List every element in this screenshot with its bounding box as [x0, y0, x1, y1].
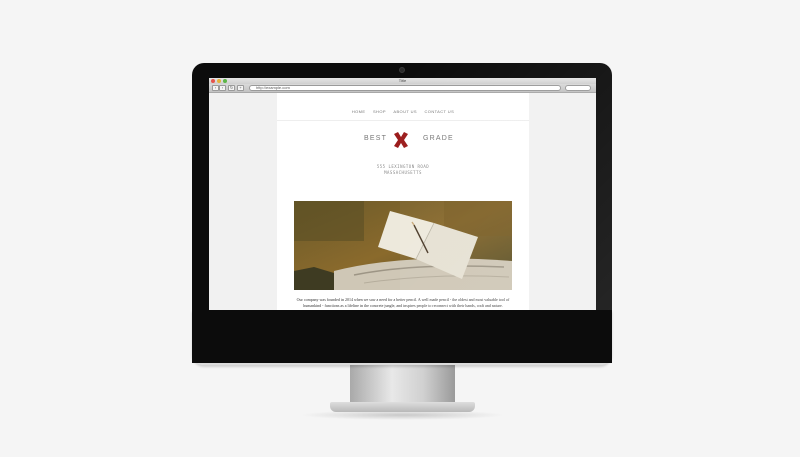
monitor-stand — [350, 365, 455, 407]
hero-photo — [294, 201, 512, 290]
window-title: Title — [398, 78, 407, 83]
nav-about-us[interactable]: ABOUT US — [393, 109, 417, 114]
web-page: HOME SHOP ABOUT US CONTACT US BEST GRADE… — [277, 93, 529, 310]
address-line-2: MASSACHUSETTS — [384, 170, 422, 175]
nav-contact-us[interactable]: CONTACT US — [425, 109, 455, 114]
monitor-stand-base — [330, 402, 475, 412]
nav-home[interactable]: HOME — [352, 109, 366, 114]
back-icon[interactable]: ‹ — [212, 85, 219, 91]
zoom-icon[interactable] — [223, 79, 227, 83]
url-text: http://example.com — [256, 85, 290, 90]
address: 555 LEXINGTON ROAD MASSACHUSETTS — [277, 164, 529, 176]
nav-divider — [277, 120, 529, 121]
add-tab-icon[interactable]: + — [237, 85, 244, 91]
browser-toolbar: ‹ › ↻ + http://example.com — [209, 84, 596, 93]
reload-icon[interactable]: ↻ — [228, 85, 235, 91]
logo-x-icon — [394, 132, 408, 148]
search-field[interactable] — [565, 85, 591, 91]
browser-window: Title ‹ › ↻ + http://example.com HOME SH… — [209, 78, 596, 310]
close-icon[interactable] — [211, 79, 215, 83]
nav-shop[interactable]: SHOP — [373, 109, 386, 114]
forward-icon[interactable]: › — [219, 85, 226, 91]
intro-paragraph: Our company was founded in 2014 when we … — [296, 297, 510, 308]
site-nav: HOME SHOP ABOUT US CONTACT US — [277, 109, 529, 114]
logo-text-left: BEST — [364, 135, 388, 142]
camera-icon — [399, 67, 405, 73]
logo-text-right: GRADE — [423, 135, 454, 142]
url-field[interactable]: http://example.com — [249, 85, 561, 91]
minimize-icon[interactable] — [217, 79, 221, 83]
